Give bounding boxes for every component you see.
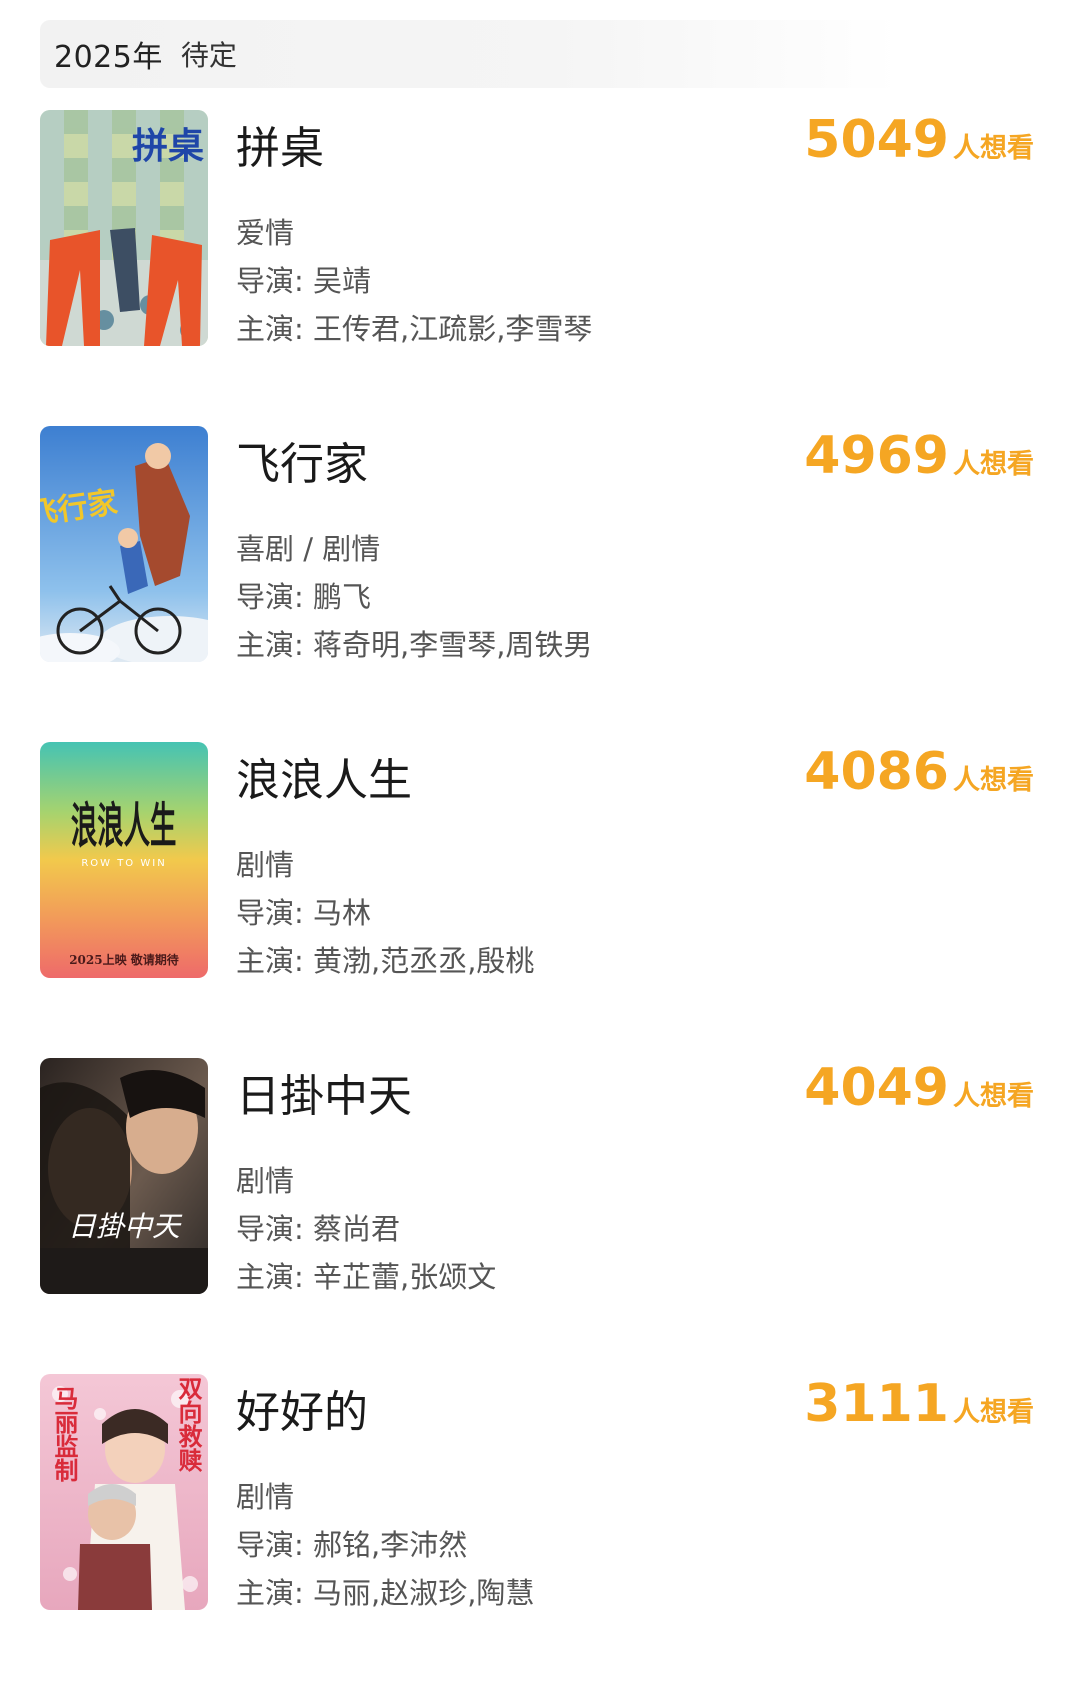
- movie-genre: 喜剧 / 剧情: [236, 532, 381, 566]
- movie-poster[interactable]: 日掛中天: [40, 1058, 208, 1294]
- want-to-watch-count: 4969 人想看: [804, 426, 1034, 486]
- movie-cast: 主演: 黄渤,范丞丞,殷桃: [236, 944, 535, 978]
- release-status-label: 待定: [180, 39, 237, 72]
- want-count-number: 3111: [804, 1374, 949, 1434]
- want-count-number: 4049: [804, 1058, 949, 1118]
- want-to-watch-count: 4049 人想看: [804, 1058, 1034, 1118]
- movie-genre: 剧情: [236, 848, 295, 882]
- movie-title[interactable]: 浪浪人生: [236, 744, 412, 808]
- movie-director: 导演: 吴靖: [236, 264, 371, 298]
- movie-cast: 主演: 马丽,赵淑珍,陶慧: [236, 1576, 535, 1610]
- poster-title-text: 拼桌: [132, 126, 204, 167]
- poster-right-text: 双向救赎: [174, 1376, 202, 1473]
- poster-title-text: 日掛中天: [68, 1210, 183, 1243]
- movie-title[interactable]: 日掛中天: [236, 1060, 412, 1124]
- poster-footer-text: 2025上映 敬请期待: [69, 952, 179, 967]
- want-count-number: 4086: [804, 742, 949, 802]
- poster-left-text: 马丽监制: [50, 1386, 78, 1482]
- want-count-number: 5049: [804, 110, 949, 170]
- movie-director: 导演: 马林: [236, 896, 371, 930]
- movie-title[interactable]: 飞行家: [236, 428, 368, 492]
- want-count-suffix: 人想看: [953, 1081, 1034, 1112]
- want-to-watch-count: 5049 人想看: [804, 110, 1034, 170]
- want-count-suffix: 人想看: [953, 133, 1034, 164]
- want-count-suffix: 人想看: [953, 765, 1034, 796]
- movie-poster[interactable]: 马丽监制 双向救赎: [40, 1374, 208, 1610]
- movie-genre: 剧情: [236, 1164, 295, 1198]
- section-header: 2025年 待定: [40, 20, 900, 88]
- want-count-number: 4969: [804, 426, 949, 486]
- poster-title-text: 浪浪人生: [71, 799, 177, 855]
- movie-item[interactable]: 浪浪人生 ROW TO WIN 2025上映 敬请期待 浪浪人生 剧情 导演: …: [0, 740, 1080, 1056]
- want-count-suffix: 人想看: [953, 449, 1034, 480]
- movie-poster[interactable]: 拼桌: [40, 110, 208, 346]
- movie-director: 导演: 蔡尚君: [236, 1212, 400, 1246]
- movie-director: 导演: 郝铭,李沛然: [236, 1528, 468, 1562]
- movie-genre: 剧情: [236, 1480, 295, 1514]
- movie-item[interactable]: 马丽监制 双向救赎 好好的 剧情 导演: 郝铭,李沛然 主演: 马丽,赵淑珍,陶…: [0, 1372, 1080, 1688]
- want-count-suffix: 人想看: [953, 1397, 1034, 1428]
- movie-cast: 主演: 王传君,江疏影,李雪琴: [236, 312, 593, 346]
- movie-cast: 主演: 辛芷蕾,张颂文: [236, 1260, 497, 1294]
- want-to-watch-count: 4086 人想看: [804, 742, 1034, 802]
- year-label: 2025年: [54, 40, 163, 75]
- movie-item[interactable]: 拼桌 拼桌 爱情 导演: 吴靖 主演: 王传君,江疏影,李雪琴 5049 人想看: [0, 108, 1080, 424]
- poster-subtitle-text: ROW TO WIN: [81, 858, 166, 869]
- movie-item[interactable]: 日掛中天 日掛中天 剧情 导演: 蔡尚君 主演: 辛芷蕾,张颂文 4049 人想…: [0, 1056, 1080, 1372]
- movie-poster[interactable]: 飞行家: [40, 426, 208, 662]
- movie-list: 拼桌 拼桌 爱情 导演: 吴靖 主演: 王传君,江疏影,李雪琴 5049 人想看: [0, 108, 1080, 1688]
- movie-poster[interactable]: 浪浪人生 ROW TO WIN 2025上映 敬请期待: [40, 742, 208, 978]
- movie-title[interactable]: 好好的: [236, 1376, 368, 1440]
- movie-item[interactable]: 飞行家 飞行家 喜剧 / 剧情 导演: 鹏飞 主演: 蒋奇明,李雪琴,周铁男 4…: [0, 424, 1080, 740]
- want-to-watch-count: 3111 人想看: [804, 1374, 1034, 1434]
- movie-title[interactable]: 拼桌: [236, 112, 324, 176]
- movie-director: 导演: 鹏飞: [236, 580, 371, 614]
- movie-genre: 爱情: [236, 216, 295, 250]
- movie-cast: 主演: 蒋奇明,李雪琴,周铁男: [236, 628, 593, 662]
